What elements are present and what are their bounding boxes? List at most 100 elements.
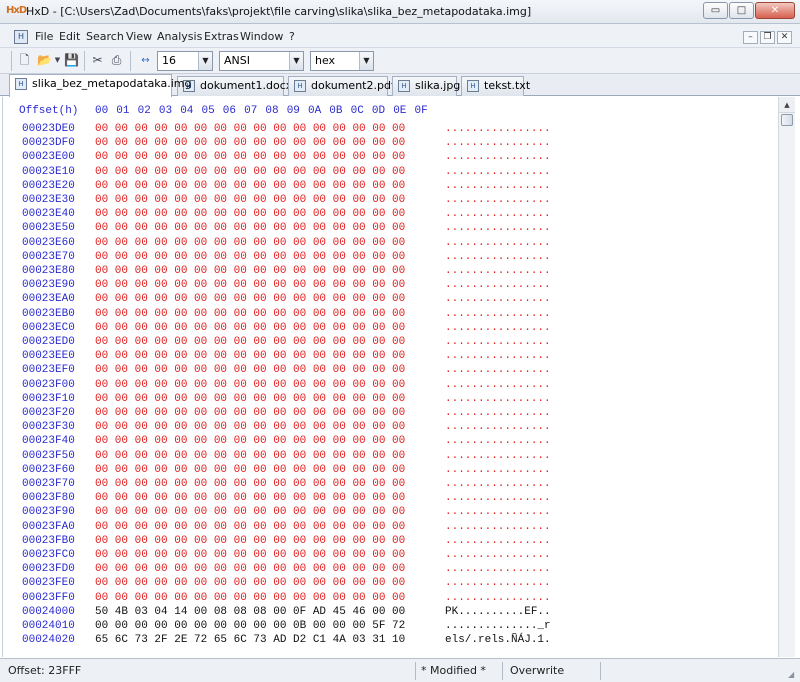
row-hex-bytes[interactable]: 00 00 00 00 00 00 00 00 00 00 00 00 00 0… (95, 308, 405, 320)
row-hex-bytes[interactable]: 00 00 00 00 00 00 00 00 00 00 00 00 00 0… (95, 166, 405, 178)
open-folder-icon[interactable]: 📂 (36, 52, 53, 69)
row-hex-bytes[interactable]: 00 00 00 00 00 00 00 00 00 00 00 00 00 0… (95, 137, 405, 149)
mdi-minimize-button[interactable]: – (743, 31, 758, 44)
hex-row[interactable]: 00023F50 00 00 00 00 00 00 00 00 00 00 00… (0, 450, 776, 464)
hex-row[interactable]: 00023DE0 00 00 00 00 00 00 00 00 00 00 00… (0, 123, 776, 137)
resize-grip-icon[interactable]: ◢ (788, 670, 798, 680)
row-ascii[interactable]: ................ (445, 166, 551, 178)
hex-row[interactable]: 00023EA0 00 00 00 00 00 00 00 00 00 00 00… (0, 293, 776, 307)
row-ascii[interactable]: els/.rels.ÑÁJ.1. (445, 634, 551, 646)
row-ascii[interactable]: ................ (445, 137, 551, 149)
scroll-thumb[interactable] (781, 114, 793, 126)
row-hex-bytes[interactable]: 00 00 00 00 00 00 00 00 00 00 00 00 00 0… (95, 506, 405, 518)
row-ascii[interactable]: ................ (445, 592, 551, 604)
hex-row[interactable]: 00023FE0 00 00 00 00 00 00 00 00 00 00 00… (0, 577, 776, 591)
menu-file[interactable]: File (35, 30, 53, 43)
open-dropdown-icon[interactable]: ▼ (53, 52, 62, 69)
tab-slika-bez-metapodataka[interactable]: H slika_bez_metapodataka.img (9, 74, 191, 97)
document-icon[interactable]: H (14, 30, 28, 44)
offset-base-select[interactable]: hex ▼ (310, 51, 374, 71)
row-hex-bytes[interactable]: 00 00 00 00 00 00 00 00 00 00 00 00 00 0… (95, 251, 405, 263)
row-ascii[interactable]: ................ (445, 322, 551, 334)
row-ascii[interactable]: ................ (445, 407, 551, 419)
row-ascii[interactable]: ................ (445, 279, 551, 291)
row-ascii[interactable]: ................ (445, 506, 551, 518)
row-ascii[interactable]: ................ (445, 222, 551, 234)
row-hex-bytes[interactable]: 00 00 00 00 00 00 00 00 00 00 00 00 00 0… (95, 237, 405, 249)
hex-row[interactable]: 00023FF0 00 00 00 00 00 00 00 00 00 00 00… (0, 592, 776, 606)
row-ascii[interactable]: ................ (445, 478, 551, 490)
row-hex-bytes[interactable]: 00 00 00 00 00 00 00 00 00 00 00 00 00 0… (95, 379, 405, 391)
row-hex-bytes[interactable]: 00 00 00 00 00 00 00 00 00 00 00 00 00 0… (95, 194, 405, 206)
row-ascii[interactable]: ................ (445, 492, 551, 504)
row-ascii[interactable]: ................ (445, 194, 551, 206)
row-ascii[interactable]: ................ (445, 237, 551, 249)
menu-analysis[interactable]: Analysis (157, 30, 202, 43)
row-ascii[interactable]: .............._r (445, 620, 551, 632)
hex-row[interactable]: 00023F00 00 00 00 00 00 00 00 00 00 00 00… (0, 379, 776, 393)
maximize-button[interactable]: □ (729, 2, 754, 19)
hex-row[interactable]: 00023FD0 00 00 00 00 00 00 00 00 00 00 00… (0, 563, 776, 577)
hex-row[interactable]: 00023F90 00 00 00 00 00 00 00 00 00 00 00… (0, 506, 776, 520)
row-ascii[interactable]: ................ (445, 364, 551, 376)
tab-tekst[interactable]: H tekst.txt (461, 76, 530, 96)
row-hex-bytes[interactable]: 50 4B 03 04 14 00 08 08 08 00 0F AD 45 4… (95, 606, 405, 618)
hex-row[interactable]: 00023EC0 00 00 00 00 00 00 00 00 00 00 00… (0, 322, 776, 336)
hex-row[interactable]: 00023DF0 00 00 00 00 00 00 00 00 00 00 00… (0, 137, 776, 151)
menu-extras[interactable]: Extras (204, 30, 239, 43)
row-ascii[interactable]: ................ (445, 308, 551, 320)
charset-select[interactable]: ANSI ▼ (219, 51, 304, 71)
new-file-icon[interactable]: 🗋 (16, 52, 33, 69)
hex-row[interactable]: 00023E60 00 00 00 00 00 00 00 00 00 00 00… (0, 237, 776, 251)
hex-row[interactable]: 00023F20 00 00 00 00 00 00 00 00 00 00 00… (0, 407, 776, 421)
row-ascii[interactable]: ................ (445, 549, 551, 561)
row-hex-bytes[interactable]: 00 00 00 00 00 00 00 00 00 00 00 00 00 0… (95, 265, 405, 277)
hex-row[interactable]: 00023E80 00 00 00 00 00 00 00 00 00 00 00… (0, 265, 776, 279)
row-ascii[interactable]: ................ (445, 180, 551, 192)
row-ascii[interactable]: ................ (445, 535, 551, 547)
hex-row[interactable]: 00024000 50 4B 03 04 14 00 08 08 08 00 0F… (0, 606, 776, 620)
hex-row[interactable]: 00023FC0 00 00 00 00 00 00 00 00 00 00 00… (0, 549, 776, 563)
bytes-per-row-select[interactable]: 16 ▼ (157, 51, 213, 71)
hex-row[interactable]: 00023F80 00 00 00 00 00 00 00 00 00 00 00… (0, 492, 776, 506)
row-ascii[interactable]: ................ (445, 293, 551, 305)
hex-row[interactable]: 00024020 65 6C 73 2F 2E 72 65 6C 73 AD D2… (0, 634, 776, 648)
menu-view[interactable]: View (126, 30, 152, 43)
row-ascii[interactable]: ................ (445, 379, 551, 391)
row-hex-bytes[interactable]: 00 00 00 00 00 00 00 00 00 00 00 00 00 0… (95, 577, 405, 589)
hex-row[interactable]: 00023EB0 00 00 00 00 00 00 00 00 00 00 00… (0, 308, 776, 322)
row-hex-bytes[interactable]: 00 00 00 00 00 00 00 00 00 00 00 00 00 0… (95, 407, 405, 419)
row-hex-bytes[interactable]: 00 00 00 00 00 00 00 00 00 00 00 00 00 0… (95, 293, 405, 305)
hex-row[interactable]: 00023E10 00 00 00 00 00 00 00 00 00 00 00… (0, 166, 776, 180)
row-ascii[interactable]: ................ (445, 208, 551, 220)
hex-row[interactable]: 00023FA0 00 00 00 00 00 00 00 00 00 00 00… (0, 521, 776, 535)
row-ascii[interactable]: PK..........EF.. (445, 606, 551, 618)
row-ascii[interactable]: ................ (445, 563, 551, 575)
vertical-scrollbar[interactable]: ▲ (778, 97, 795, 657)
hex-row[interactable]: 00023E90 00 00 00 00 00 00 00 00 00 00 00… (0, 279, 776, 293)
row-hex-bytes[interactable]: 00 00 00 00 00 00 00 00 00 00 00 00 00 0… (95, 336, 405, 348)
close-button[interactable]: ✕ (755, 2, 795, 19)
hex-row[interactable]: 00023F70 00 00 00 00 00 00 00 00 00 00 00… (0, 478, 776, 492)
print-icon[interactable]: ⎙ (108, 52, 125, 69)
hex-row[interactable]: 00023F40 00 00 00 00 00 00 00 00 00 00 00… (0, 435, 776, 449)
menu-edit[interactable]: Edit (59, 30, 80, 43)
row-ascii[interactable]: ................ (445, 336, 551, 348)
row-ascii[interactable]: ................ (445, 265, 551, 277)
row-hex-bytes[interactable]: 00 00 00 00 00 00 00 00 00 00 00 00 00 0… (95, 592, 405, 604)
save-icon[interactable]: 💾 (63, 52, 80, 69)
menu-help[interactable]: ? (289, 30, 295, 43)
row-hex-bytes[interactable]: 00 00 00 00 00 00 00 00 00 00 00 00 00 0… (95, 435, 405, 447)
row-hex-bytes[interactable]: 00 00 00 00 00 00 00 00 00 00 00 00 00 0… (95, 180, 405, 192)
hex-row[interactable]: 00023E30 00 00 00 00 00 00 00 00 00 00 00… (0, 194, 776, 208)
hex-row[interactable]: 00023E70 00 00 00 00 00 00 00 00 00 00 00… (0, 251, 776, 265)
row-hex-bytes[interactable]: 65 6C 73 2F 2E 72 65 6C 73 AD D2 C1 4A 0… (95, 634, 405, 646)
minimize-button[interactable]: ▭ (703, 2, 728, 19)
row-ascii[interactable]: ................ (445, 435, 551, 447)
hex-row[interactable]: 00023F10 00 00 00 00 00 00 00 00 00 00 00… (0, 393, 776, 407)
hex-row[interactable]: 00023FB0 00 00 00 00 00 00 00 00 00 00 00… (0, 535, 776, 549)
row-hex-bytes[interactable]: 00 00 00 00 00 00 00 00 00 00 00 00 00 0… (95, 450, 405, 462)
row-hex-bytes[interactable]: 00 00 00 00 00 00 00 00 00 00 00 00 00 0… (95, 478, 405, 490)
row-ascii[interactable]: ................ (445, 464, 551, 476)
row-hex-bytes[interactable]: 00 00 00 00 00 00 00 00 00 00 00 00 00 0… (95, 208, 405, 220)
